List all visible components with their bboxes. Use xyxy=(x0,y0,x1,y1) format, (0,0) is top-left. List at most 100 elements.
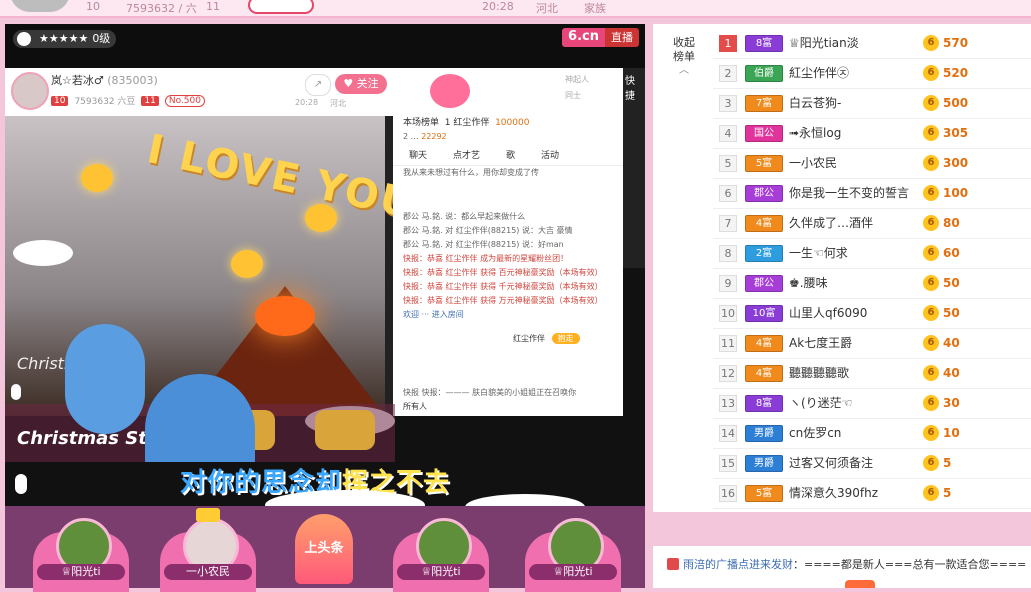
anchor-time: 20:28 xyxy=(295,98,319,107)
gift-button[interactable]: 抱走 xyxy=(551,333,580,344)
tab-chat[interactable]: 聊天 xyxy=(409,148,427,161)
seat-slot[interactable]: ♕阳光ti xyxy=(33,518,129,592)
rank-username[interactable]: ヽ(り迷茫☜ xyxy=(789,388,852,418)
leaderboard-row[interactable]: 6 郡公 你是我一生不变的誓言 6 100 xyxy=(713,178,1031,209)
coin-icon: 6 xyxy=(923,485,939,501)
microphone-icon[interactable] xyxy=(11,384,21,400)
coin-icon: 6 xyxy=(923,395,939,411)
broadcast-icon xyxy=(667,558,679,570)
rank-badge: 7富 xyxy=(745,95,783,112)
rank-score: 5 xyxy=(943,456,952,470)
rank-username[interactable]: 过客又何须备注 xyxy=(789,448,873,478)
leaderboard-row[interactable]: 5 5富 一小农民 6 300 xyxy=(713,148,1031,179)
top-strip: 10 7593632 / 六 11 20:28 河北 家族 xyxy=(0,0,1031,18)
tab-talent[interactable]: 点才艺 xyxy=(453,148,480,161)
bottom-tab[interactable] xyxy=(845,580,875,588)
rank-badge: 10富 xyxy=(745,305,783,322)
rank-username[interactable]: 一生☜何求 xyxy=(789,238,848,268)
seat-slot[interactable]: ♕阳光ti xyxy=(525,518,621,592)
leaderboard-row[interactable]: 3 7富 白云苍狗- 6 500 xyxy=(713,88,1031,119)
leaderboard-row[interactable]: 7 4富 久伴成了…酒伴 6 80 xyxy=(713,208,1031,239)
rank-username[interactable]: 久伴成了…酒伴 xyxy=(789,208,873,238)
leaderboard-row[interactable]: 10 10富 山里人qf6090 6 50 xyxy=(713,298,1031,329)
tab-song[interactable]: 歌 xyxy=(506,148,515,161)
heart-icon xyxy=(81,164,113,192)
tab-activity[interactable]: 活动 xyxy=(541,148,559,161)
leaderboard-row[interactable]: 1 8富 ♕阳光tian淡 6 570 xyxy=(713,28,1031,59)
rank-username[interactable]: 情深意久390fhz xyxy=(789,478,878,508)
rank-score: 520 xyxy=(943,66,969,80)
leaderboard-row[interactable]: 9 郡公 ♚.腰味 6 50 xyxy=(713,268,1031,299)
coin-icon: 6 xyxy=(923,95,939,111)
leaderboard-row[interactable]: 4 国公 ➟永恒log 6 305 xyxy=(713,118,1031,149)
rank-score: 50 xyxy=(943,306,960,320)
throne-icon xyxy=(315,410,375,450)
seat-slot[interactable]: 一小农民 xyxy=(160,508,256,592)
leaderboard-row[interactable]: 8 2富 一生☜何求 6 60 xyxy=(713,238,1031,269)
share-icon[interactable]: ↗ xyxy=(305,74,331,96)
rank-number: 1 xyxy=(719,35,737,52)
leaderboard-row[interactable]: 16 5富 情深意久390fhz 6 5 xyxy=(713,478,1031,509)
star-icon: ★★★★★ xyxy=(39,32,89,45)
rank-number: 11 xyxy=(719,335,737,352)
rank-username[interactable]: 你是我一生不变的誓言 xyxy=(789,178,909,208)
chat-target-select[interactable]: 所有人 xyxy=(393,400,623,414)
leaderboard-row[interactable]: 12 4富 聽聽聽聽歌 6 40 xyxy=(713,358,1031,389)
top-family: 家族 xyxy=(584,2,606,15)
anchor-avatar[interactable] xyxy=(11,72,49,110)
leaderboard-row[interactable]: 2 伯爵 紅尘作伴㉨ 6 520 xyxy=(713,58,1031,89)
rank-number: 12 xyxy=(719,365,737,382)
broadcast-message: 雨涪的广播点进来发财：====都是新人===总有一款适合您==== xyxy=(683,558,1027,571)
live-stream[interactable]: ★★★★★ 0级 6.cn 直播 岚☆若冰♂ (835003) 10 759363… xyxy=(5,24,645,506)
chat-line: 郡公 马.銘. 说：都么早起来做什么 xyxy=(403,212,526,221)
rank-badge: 郡公 xyxy=(745,275,783,292)
rank-badge: 4富 xyxy=(745,365,783,382)
rank-username[interactable]: ♕阳光tian淡 xyxy=(789,28,859,58)
chat-line: 快报：恭喜 红尘作伴 获得 千元神秘豪奖励（本场有效） xyxy=(403,282,603,291)
follow-button[interactable]: ♥ 关注 xyxy=(335,74,387,94)
broadcast-bar[interactable]: 雨涪的广播点进来发财：====都是新人===总有一款适合您==== xyxy=(653,546,1031,588)
coin-icon: 6 xyxy=(923,275,939,291)
user-level-badge[interactable]: ★★★★★ 0级 xyxy=(13,30,117,48)
character-decoration xyxy=(65,324,145,434)
anchor-info-bar: 岚☆若冰♂ (835003) 10 7593632 六豆 11 No.500 ↗… xyxy=(5,68,645,116)
coin-icon: 6 xyxy=(923,305,939,321)
headline-button[interactable]: 上头条 xyxy=(295,514,353,584)
inner-side-list: 神起人 同士 xyxy=(565,75,589,100)
rank-badge: 4富 xyxy=(745,335,783,352)
rank-score: 300 xyxy=(943,156,969,170)
rank-number: 16 xyxy=(719,485,737,502)
leaderboard-row[interactable]: 11 4富 Ak七度王爵 6 40 xyxy=(713,328,1031,359)
cloud-decoration xyxy=(13,240,73,266)
rank-score: 5 xyxy=(943,486,952,500)
rank-username[interactable]: 山里人qf6090 xyxy=(789,298,867,328)
top-level: 10 xyxy=(86,0,100,13)
anchor-room-id: (835003) xyxy=(107,74,158,87)
microphone-icon[interactable] xyxy=(15,474,27,494)
rank-username[interactable]: cn佐罗cn xyxy=(789,418,841,448)
rank-username[interactable]: 白云苍狗- xyxy=(789,88,841,118)
collapse-leaderboard-button[interactable]: 收起榜单 ︿ xyxy=(669,36,699,78)
rank-username[interactable]: 紅尘作伴㉨ xyxy=(789,58,849,88)
rank-score: 500 xyxy=(943,96,969,110)
leaderboard-row[interactable]: 15 男爵 过客又何须备注 6 5 xyxy=(713,448,1031,479)
rank-badge: 8富 xyxy=(745,35,783,52)
heart-gift-icon[interactable] xyxy=(430,74,470,108)
rank-username[interactable]: Ak七度王爵 xyxy=(789,328,852,358)
rank-username[interactable]: ♚.腰味 xyxy=(789,268,828,298)
embedded-chat-panel: 本场榜单 1 红尘作伴 100000 2 … 22292 聊天 点才艺 歌 活动… xyxy=(393,116,623,416)
coin-icon: 6 xyxy=(923,365,939,381)
leaderboard-row[interactable]: 13 8富 ヽ(り迷茫☜ 6 30 xyxy=(713,388,1031,419)
chevron-up-icon: ︿ xyxy=(679,65,689,76)
seat-label: ♕阳光ti xyxy=(397,564,485,580)
rank-score: 40 xyxy=(943,366,960,380)
rank-username[interactable]: ➟永恒log xyxy=(789,118,841,148)
rank-username[interactable]: 聽聽聽聽歌 xyxy=(789,358,849,388)
rank-score: 10 xyxy=(943,426,960,440)
leaderboard-row[interactable]: 14 男爵 cn佐罗cn 6 10 xyxy=(713,418,1031,449)
rank-username[interactable]: 一小农民 xyxy=(789,148,837,178)
crown-icon xyxy=(196,508,220,522)
quick-panel[interactable]: 快捷 xyxy=(623,68,645,268)
seat-slot[interactable]: ♕阳光ti xyxy=(393,518,489,592)
chat-line: 快报：恭喜 红尘作伴 获得 百元神秘豪奖励（本场有效） xyxy=(403,268,603,277)
